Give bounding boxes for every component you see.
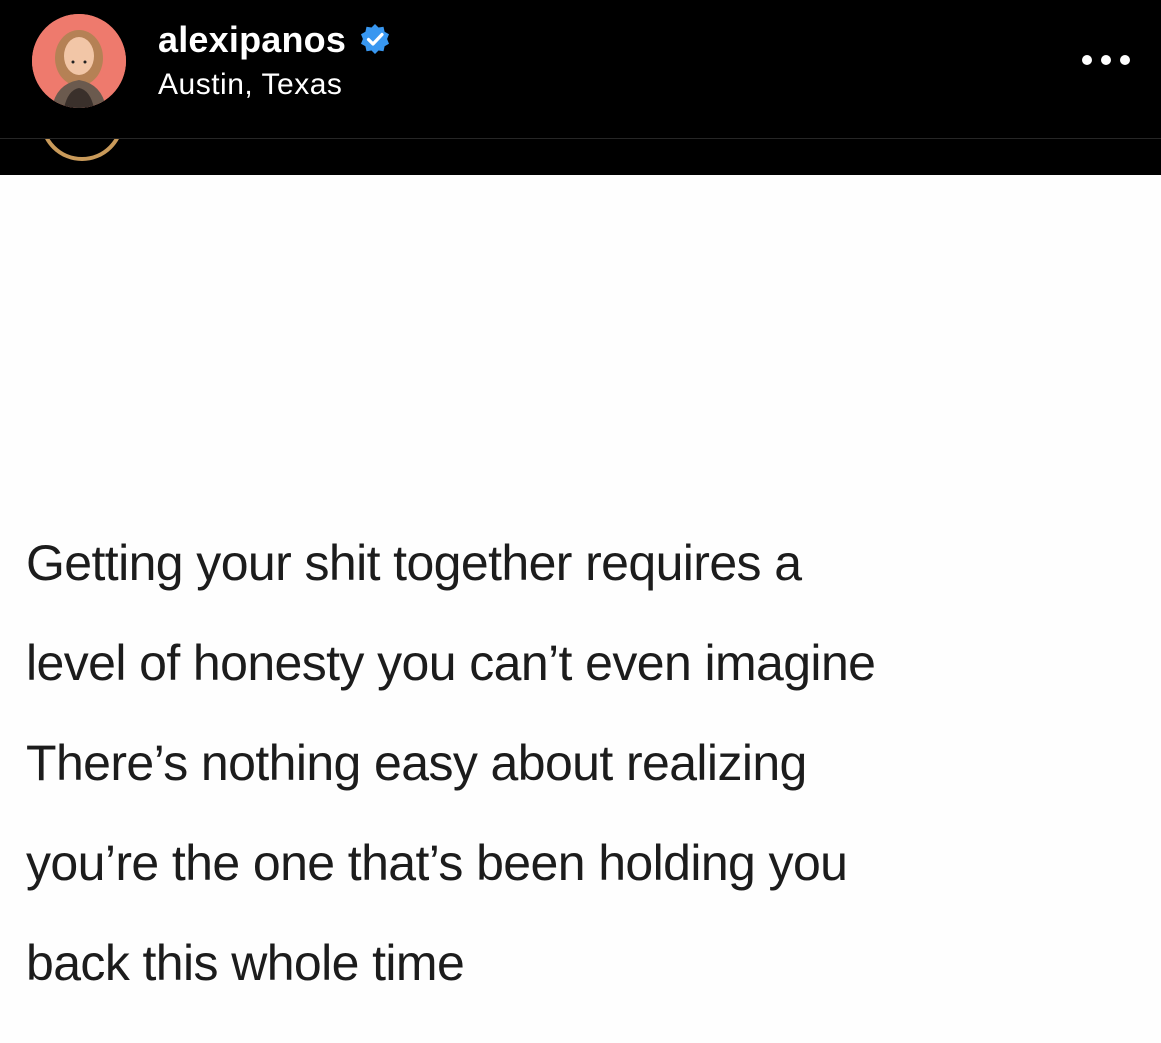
post-header: alexipanos Austin, Texas — [0, 0, 1161, 138]
quote-line: level of honesty you can’t even imagine — [26, 635, 876, 691]
quote-line: There’s nothing easy about realizing — [26, 735, 807, 791]
profile-avatar[interactable] — [32, 14, 126, 108]
more-dot — [1082, 55, 1092, 65]
header-strip — [0, 139, 1161, 175]
more-dot — [1101, 55, 1111, 65]
avatar-photo-icon — [32, 14, 126, 108]
quote-line: Getting your shit together requires a — [26, 535, 802, 591]
quote-line: you’re the one that’s been holding you — [26, 835, 848, 891]
story-ring-icon — [40, 139, 124, 161]
quote-line: back this whole time — [26, 935, 465, 991]
more-dot — [1120, 55, 1130, 65]
post-location[interactable]: Austin, Texas — [158, 68, 342, 102]
more-options-icon[interactable] — [1082, 48, 1130, 72]
username-row: alexipanos — [158, 18, 392, 62]
username[interactable]: alexipanos — [158, 19, 346, 61]
post-image[interactable]: Getting your shit together requires a le… — [0, 175, 1161, 1043]
quote-text: Getting your shit together requires a le… — [26, 513, 1161, 1013]
verified-badge-icon — [361, 24, 390, 54]
